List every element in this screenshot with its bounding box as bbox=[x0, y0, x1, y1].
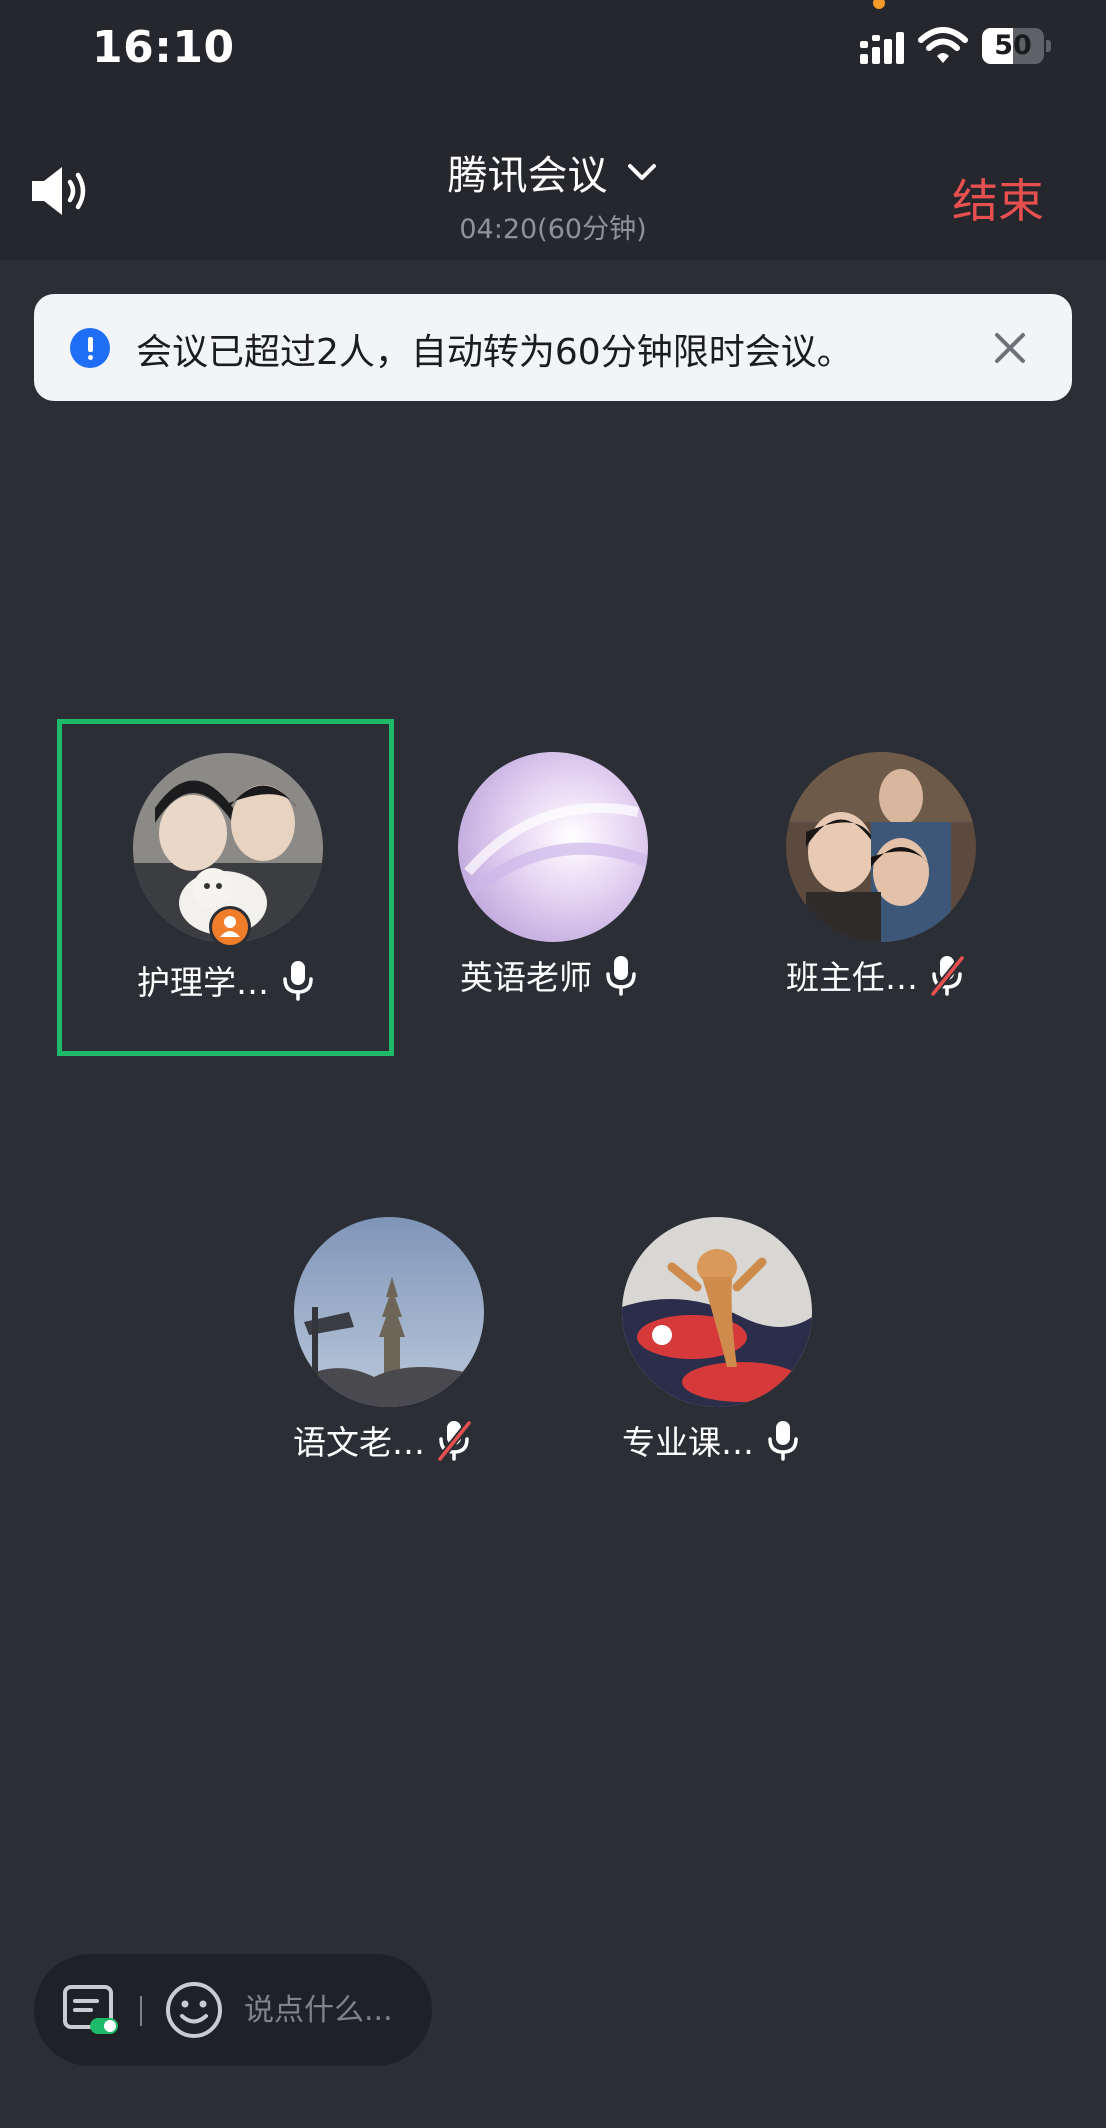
battery-level-text: 50 bbox=[994, 30, 1032, 61]
end-meeting-button[interactable]: 结束 bbox=[952, 165, 1044, 231]
info-icon bbox=[70, 328, 110, 368]
microphone-muted-icon bbox=[930, 955, 965, 996]
close-icon[interactable] bbox=[992, 330, 1028, 366]
participant-label: 护理学… bbox=[137, 956, 317, 1004]
chevron-down-icon bbox=[627, 164, 656, 180]
avatar bbox=[294, 1217, 484, 1407]
participant-tile[interactable]: 专业课… bbox=[547, 1185, 884, 1522]
participant-label: 专业课… bbox=[622, 1416, 802, 1464]
participant-name: 语文老… bbox=[293, 1423, 425, 1462]
chat-bar bbox=[34, 1954, 432, 2066]
notice-text: 会议已超过2人，自动转为60分钟限时会议。 bbox=[136, 332, 853, 373]
participant-name: 护理学… bbox=[137, 963, 269, 1002]
participant-label: 英语老师 bbox=[460, 951, 640, 999]
chat-list-icon[interactable] bbox=[62, 1984, 120, 2036]
chat-input[interactable] bbox=[244, 1984, 414, 2036]
participant-tile[interactable]: 护理学… bbox=[57, 719, 394, 1056]
participant-name: 专业课… bbox=[622, 1423, 754, 1462]
participant-tile[interactable]: 语文老… bbox=[220, 1185, 557, 1522]
microphone-icon bbox=[768, 1421, 798, 1461]
host-badge-icon bbox=[209, 906, 251, 948]
privacy-indicator-dot bbox=[873, 0, 885, 9]
wifi-icon bbox=[918, 27, 968, 63]
cellular-signal-icon bbox=[860, 32, 904, 64]
meeting-header: 腾讯会议 04:20(60分钟) 结束 bbox=[0, 95, 1106, 260]
meeting-title-dropdown[interactable]: 腾讯会议 bbox=[0, 143, 1106, 201]
meeting-title: 腾讯会议 bbox=[447, 153, 608, 199]
notice-banner: 会议已超过2人，自动转为60分钟限时会议。 bbox=[34, 294, 1072, 401]
meeting-screen: 16:10 50 腾讯会议 04:20(60分钟) 结束 会议已超过2人，自动转… bbox=[0, 0, 1106, 2128]
participant-tile[interactable]: 班主任… bbox=[711, 719, 1048, 1056]
microphone-icon bbox=[283, 961, 313, 1001]
chat-divider bbox=[140, 1996, 142, 2026]
participant-tile[interactable]: 英语老师 bbox=[384, 719, 721, 1056]
microphone-icon bbox=[606, 956, 636, 996]
participant-label: 班主任… bbox=[786, 951, 966, 999]
emoji-icon[interactable] bbox=[164, 1980, 224, 2040]
participant-label: 语文老… bbox=[293, 1416, 473, 1464]
participant-name: 英语老师 bbox=[460, 958, 592, 997]
avatar bbox=[458, 752, 648, 942]
battery-icon: 50 bbox=[982, 28, 1052, 64]
status-bar: 16:10 50 bbox=[0, 0, 1106, 95]
meeting-timer: 04:20(60分钟) bbox=[459, 214, 647, 245]
status-time: 16:10 bbox=[92, 22, 235, 73]
participant-name: 班主任… bbox=[786, 958, 918, 997]
microphone-muted-icon bbox=[437, 1420, 472, 1461]
avatar bbox=[622, 1217, 812, 1407]
avatar bbox=[786, 752, 976, 942]
